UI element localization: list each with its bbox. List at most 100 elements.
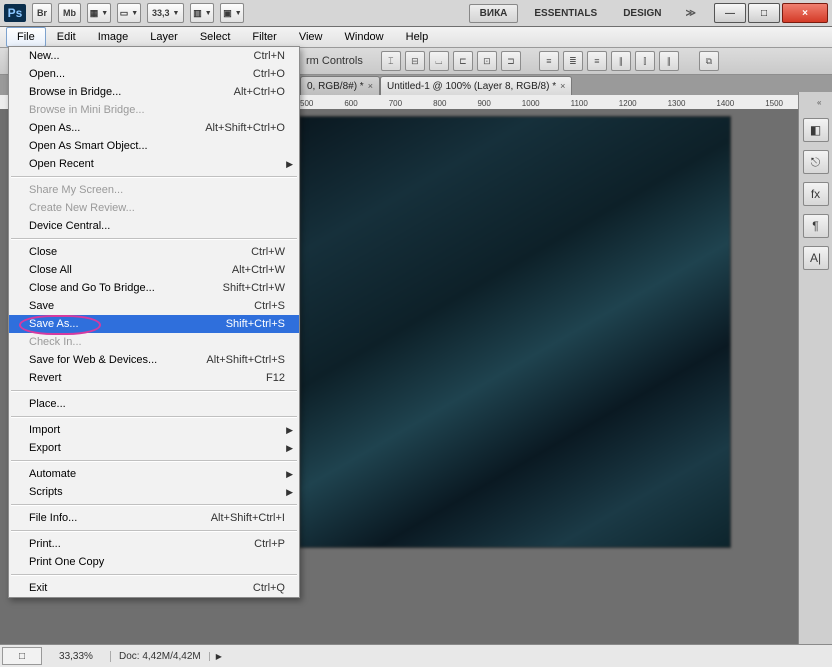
menu-help[interactable]: Help — [395, 27, 440, 47]
menu-item-print[interactable]: Print...Ctrl+P — [9, 535, 299, 553]
arrange-docs-button[interactable]: ▦▼ — [87, 3, 111, 23]
zoom-level-field[interactable]: 33,3▼ — [147, 3, 184, 23]
menu-item-place[interactable]: Place... — [9, 395, 299, 413]
window-maximize-button[interactable]: □ — [748, 3, 780, 23]
menu-item-new[interactable]: New...Ctrl+N — [9, 47, 299, 65]
menu-separator — [11, 460, 297, 462]
dist-hcenter-icon[interactable]: ⫿ — [635, 51, 655, 71]
menu-item-browse-in-bridge[interactable]: Browse in Bridge...Alt+Ctrl+O — [9, 83, 299, 101]
menu-item-label: Browse in Bridge... — [29, 86, 234, 98]
menu-item-label: Close — [29, 246, 251, 258]
align-hcenter-icon[interactable]: ⊡ — [477, 51, 497, 71]
menu-edit[interactable]: Edit — [46, 27, 87, 47]
workspace-tab-vika[interactable]: ВИКА — [469, 4, 519, 23]
window-minimize-button[interactable]: — — [714, 3, 746, 23]
menu-separator — [11, 504, 297, 506]
submenu-arrow-icon: ▶ — [286, 159, 293, 170]
minibridge-button[interactable]: Mb — [58, 3, 81, 23]
styles-panel-icon[interactable]: fx — [803, 182, 829, 206]
menu-item-close-and-go-to-bridge[interactable]: Close and Go To Bridge...Shift+Ctrl+W — [9, 279, 299, 297]
menu-window[interactable]: Window — [334, 27, 395, 47]
menu-layer[interactable]: Layer — [139, 27, 189, 47]
doc-tab-2-label: Untitled-1 @ 100% (Layer 8, RGB/8) * — [387, 81, 556, 92]
doc-tab-1-label: 0, RGB/8#) * — [307, 81, 364, 92]
dist-vcenter-icon[interactable]: ≣ — [563, 51, 583, 71]
menu-item-open-as[interactable]: Open As...Alt+Shift+Ctrl+O — [9, 119, 299, 137]
menu-select[interactable]: Select — [189, 27, 242, 47]
menu-item-label: Close All — [29, 264, 232, 276]
close-icon[interactable]: × — [560, 81, 565, 91]
application-titlebar: Ps Br Mb ▦▼ ▭▼ 33,3▼ ▥▼ ▣▼ ВИКА ESSENTIA… — [0, 0, 832, 27]
window-close-button[interactable]: × — [782, 3, 828, 23]
menu-filter[interactable]: Filter — [241, 27, 287, 47]
align-vcenter-icon[interactable]: ⊟ — [405, 51, 425, 71]
dock-expand-icon[interactable]: « — [817, 98, 829, 106]
menu-item-label: Close and Go To Bridge... — [29, 282, 223, 294]
align-bottom-icon[interactable]: ⌴ — [429, 51, 449, 71]
close-icon[interactable]: × — [368, 81, 373, 91]
dist-bottom-icon[interactable]: ≡ — [587, 51, 607, 71]
align-left-icon[interactable]: ⊏ — [453, 51, 473, 71]
doc-tab-1[interactable]: 0, RGB/8#) * × — [300, 76, 380, 95]
menu-item-close-all[interactable]: Close AllAlt+Ctrl+W — [9, 261, 299, 279]
document-canvas[interactable] — [300, 117, 730, 547]
align-right-icon[interactable]: ⊐ — [501, 51, 521, 71]
dist-left-icon[interactable]: ∥ — [611, 51, 631, 71]
menu-item-save[interactable]: SaveCtrl+S — [9, 297, 299, 315]
menu-shortcut: Alt+Ctrl+W — [232, 264, 285, 276]
dist-top-icon[interactable]: ≡ — [539, 51, 559, 71]
auto-align-button[interactable]: ⧉ — [699, 51, 719, 71]
view-options-button[interactable]: ▣▼ — [220, 3, 244, 23]
menu-item-close[interactable]: CloseCtrl+W — [9, 243, 299, 261]
menu-item-save-for-web-devices[interactable]: Save for Web & Devices...Alt+Shift+Ctrl+… — [9, 351, 299, 369]
bridge-button[interactable]: Br — [32, 3, 52, 23]
screen-mode-button[interactable]: ▭▼ — [117, 3, 141, 23]
menu-item-label: Exit — [29, 582, 253, 594]
channels-panel-icon[interactable]: ⎋ — [803, 150, 829, 174]
menu-shortcut: Alt+Shift+Ctrl+O — [205, 122, 285, 134]
menu-item-export[interactable]: Export▶ — [9, 439, 299, 457]
menu-item-print-one-copy[interactable]: Print One Copy — [9, 553, 299, 571]
menu-item-exit[interactable]: ExitCtrl+Q — [9, 579, 299, 597]
menu-file[interactable]: File — [6, 27, 46, 47]
extras-button[interactable]: ▥▼ — [190, 3, 214, 23]
menu-shortcut: Alt+Shift+Ctrl+I — [211, 512, 285, 524]
menu-item-import[interactable]: Import▶ — [9, 421, 299, 439]
character-panel-icon[interactable]: A| — [803, 246, 829, 270]
menu-separator — [11, 574, 297, 576]
doc-tab-2[interactable]: Untitled-1 @ 100% (Layer 8, RGB/8) * × — [380, 76, 572, 95]
menu-view[interactable]: View — [288, 27, 334, 47]
paragraph-panel-icon[interactable]: ¶ — [803, 214, 829, 238]
distribute-buttons: ≡ ≣ ≡ ∥ ⫿ ∥ — [539, 51, 679, 71]
layers-panel-icon[interactable]: ◧ — [803, 118, 829, 142]
menu-shortcut: F12 — [266, 372, 285, 384]
status-doc-size[interactable]: Doc: 4,42M/4,42M — [111, 651, 209, 662]
photoshop-window: { "titlebar":{ "logo":"Ps", "btn_br":"Br… — [0, 0, 832, 667]
menu-item-label: Open Recent — [29, 158, 285, 170]
menu-item-save-as[interactable]: Save As...Shift+Ctrl+S — [9, 315, 299, 333]
menu-item-device-central[interactable]: Device Central... — [9, 217, 299, 235]
menu-image[interactable]: Image — [87, 27, 140, 47]
menu-item-label: Device Central... — [29, 220, 285, 232]
status-nav-thumb[interactable]: □ — [2, 647, 42, 665]
menu-item-automate[interactable]: Automate▶ — [9, 465, 299, 483]
menu-item-label: New... — [29, 50, 254, 62]
menu-shortcut: Ctrl+W — [251, 246, 285, 258]
status-more-icon[interactable]: ▶ — [209, 652, 228, 661]
menu-item-file-info[interactable]: File Info...Alt+Shift+Ctrl+I — [9, 509, 299, 527]
status-zoom-field[interactable]: 33,33% — [42, 651, 111, 662]
menu-item-scripts[interactable]: Scripts▶ — [9, 483, 299, 501]
workspace-tab-essentials[interactable]: ESSENTIALS — [524, 5, 607, 22]
menu-item-label: Browse in Mini Bridge... — [29, 104, 285, 116]
dist-right-icon[interactable]: ∥ — [659, 51, 679, 71]
align-top-icon[interactable]: ⌶ — [381, 51, 401, 71]
menu-item-open-recent[interactable]: Open Recent▶ — [9, 155, 299, 173]
workspace-tab-design[interactable]: DESIGN — [613, 5, 671, 22]
menu-item-revert[interactable]: RevertF12 — [9, 369, 299, 387]
panel-dock: « ◧ ⎋ fx ¶ A| — [798, 92, 832, 645]
menu-item-browse-in-mini-bridge: Browse in Mini Bridge... — [9, 101, 299, 119]
menu-item-open[interactable]: Open...Ctrl+O — [9, 65, 299, 83]
menu-shortcut: Shift+Ctrl+S — [226, 318, 285, 330]
menu-item-open-as-smart-object[interactable]: Open As Smart Object... — [9, 137, 299, 155]
workspace-more-button[interactable]: ≫ — [678, 8, 704, 19]
